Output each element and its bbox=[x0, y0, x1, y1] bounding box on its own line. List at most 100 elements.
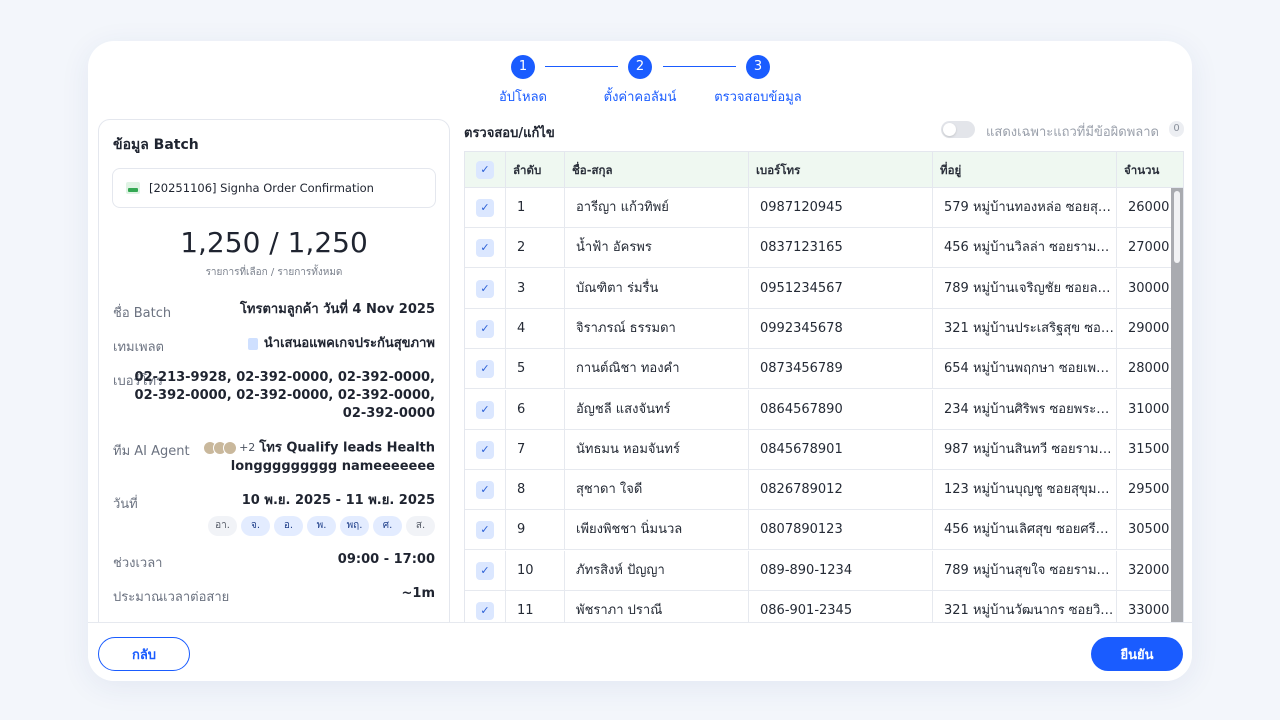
confirm-button[interactable]: ยืนยัน bbox=[1091, 637, 1183, 671]
row-checkbox[interactable]: ✓ bbox=[476, 561, 494, 580]
phone-value-line: 02-392-0000 bbox=[342, 406, 435, 421]
table-row[interactable]: ✓ 2 น้ำฟ้า อัครพร 0837123165 456 หมู่บ้านวิล… bbox=[465, 228, 1183, 269]
row-name[interactable]: เพียงพิชชา นิ่มนวล bbox=[564, 510, 748, 551]
row-address[interactable]: 321 หมู่บ้านวัฒนากร ซอยวิภาวดี bbox=[932, 591, 1116, 622]
row-select-cell: ✓ bbox=[465, 309, 505, 349]
step-1-indicator[interactable]: 1 bbox=[511, 55, 535, 79]
table-row[interactable]: ✓ 8 สุชาดา ใจดี 0826789012 123 หมู่บ้านบุญชู… bbox=[465, 470, 1183, 511]
row-checkbox[interactable]: ✓ bbox=[476, 199, 494, 217]
table-row[interactable]: ✓ 1 อารีญา แก้วทิพย์ 0987120945 579 หมู่บ้าน… bbox=[465, 188, 1183, 228]
row-address[interactable]: 321 หมู่บ้านประเสริฐสุข ซอยพหลโยธิน bbox=[932, 308, 1116, 349]
step-3-indicator[interactable]: 3 bbox=[746, 55, 770, 79]
row-checkbox[interactable]: ✓ bbox=[476, 602, 494, 620]
row-phone[interactable]: 0951234567 bbox=[748, 268, 932, 309]
row-checkbox[interactable]: ✓ bbox=[476, 400, 494, 419]
row-amount[interactable]: 26000 bbox=[1116, 188, 1173, 228]
row-name[interactable]: จิราภรณ์ ธรรมดา bbox=[564, 308, 748, 349]
step-2-indicator[interactable]: 2 bbox=[628, 55, 652, 79]
row-number: 2 bbox=[505, 228, 564, 269]
errors-only-label: แสดงเฉพาะแถวที่มีข้อผิดพลาด bbox=[986, 125, 1159, 140]
table-row[interactable]: ✓ 4 จิราภรณ์ ธรรมดา 0992345678 321 หมู่บ้านป… bbox=[465, 308, 1183, 349]
select-all-checkbox[interactable]: ✓ bbox=[476, 161, 494, 179]
row-address[interactable]: 123 หมู่บ้านบุญชู ซอยสุขุมวิท 101 bbox=[932, 470, 1116, 511]
row-phone[interactable]: 0864567890 bbox=[748, 389, 932, 430]
table-row[interactable]: ✓ 7 นัทธมน หอมจันทร์ 0845678901 987 หมู่บ้าน… bbox=[465, 429, 1183, 470]
row-amount[interactable]: 29500 bbox=[1116, 470, 1173, 511]
table-row[interactable]: ✓ 9 เพียงพิชชา นิ่มนวล 0807890123 456 หมู่บ้… bbox=[465, 510, 1183, 551]
row-amount[interactable]: 30500 bbox=[1116, 510, 1173, 551]
row-name[interactable]: นัทธมน หอมจันทร์ bbox=[564, 429, 748, 470]
row-phone[interactable]: 089-890-1234 bbox=[748, 550, 932, 591]
row-name[interactable]: อัญชลี แสงจันทร์ bbox=[564, 389, 748, 430]
back-button[interactable]: กลับ bbox=[98, 637, 190, 671]
table-scrollbar[interactable] bbox=[1171, 188, 1183, 622]
table-row[interactable]: ✓ 10 ภัทรสิงห์ ปัญญา 089-890-1234 789 หมู่บ้… bbox=[465, 550, 1183, 591]
row-number: 1 bbox=[505, 188, 564, 228]
row-address[interactable]: 234 หมู่บ้านศิริพร ซอยพระรามเก้า bbox=[932, 389, 1116, 430]
row-name[interactable]: ภัทรสิงห์ ปัญญา bbox=[564, 550, 748, 591]
column-header-no: ลำดับ bbox=[505, 152, 564, 188]
row-checkbox[interactable]: ✓ bbox=[476, 279, 494, 298]
row-select-cell: ✓ bbox=[465, 430, 505, 470]
step-1-label: อัปโหลด bbox=[498, 90, 548, 105]
weekday-chips: อา. จ. อ. พ. พฤ. ศ. ส. bbox=[208, 516, 435, 536]
row-amount[interactable]: 32000 bbox=[1116, 550, 1173, 591]
row-checkbox[interactable]: ✓ bbox=[476, 521, 494, 540]
row-address[interactable]: 456 หมู่บ้านเลิศสุข ซอยศรีนครินทร์ bbox=[932, 510, 1116, 551]
row-phone[interactable]: 0845678901 bbox=[748, 429, 932, 470]
row-amount[interactable]: 29000 bbox=[1116, 308, 1173, 349]
scrollbar-thumb[interactable] bbox=[1174, 191, 1180, 263]
row-select-cell: ✓ bbox=[465, 551, 505, 591]
phone-value-line: 02-213-9928, 02-392-0000, 02-392-0000, bbox=[134, 370, 435, 385]
row-name[interactable]: สุชาดา ใจดี bbox=[564, 470, 748, 511]
row-phone[interactable]: 0826789012 bbox=[748, 470, 932, 511]
table-row[interactable]: ✓ 6 อัญชลี แสงจันทร์ 0864567890 234 หมู่บ้าน… bbox=[465, 389, 1183, 430]
batch-file-name: [20251106] Signha Order Confirmation bbox=[149, 181, 374, 195]
row-select-cell: ✓ bbox=[465, 470, 505, 510]
row-name[interactable]: อารีญา แก้วทิพย์ bbox=[564, 188, 748, 228]
row-checkbox[interactable]: ✓ bbox=[476, 440, 494, 459]
row-select-cell: ✓ bbox=[465, 510, 505, 550]
row-phone[interactable]: 0992345678 bbox=[748, 308, 932, 349]
batch-info-panel: ข้อมูล Batch [20251106] Signha Order Con… bbox=[98, 119, 450, 639]
row-number: 5 bbox=[505, 349, 564, 390]
row-address[interactable]: 789 หมู่บ้านเจริญชัย ซอยลาดพร้าว 71 bbox=[932, 268, 1116, 309]
row-number: 6 bbox=[505, 389, 564, 430]
ai-agent-name-cont: longgggggggg nameeeeeee bbox=[230, 458, 435, 474]
row-checkbox[interactable]: ✓ bbox=[476, 319, 494, 338]
row-address[interactable]: 987 หมู่บ้านสินทวี ซอยรามคำแหง 24 bbox=[932, 429, 1116, 470]
row-amount[interactable]: 27000 bbox=[1116, 228, 1173, 269]
row-checkbox[interactable]: ✓ bbox=[476, 360, 494, 379]
table-row[interactable]: ✓ 11 พัชราภา ปราณี 086-901-2345 321 หมู่บ้าน… bbox=[465, 591, 1183, 622]
row-name[interactable]: บัณฑิตา ร่มรื่น bbox=[564, 268, 748, 309]
row-checkbox[interactable]: ✓ bbox=[476, 481, 494, 500]
row-amount[interactable]: 31500 bbox=[1116, 429, 1173, 470]
selected-count: 1,250 / 1,250 bbox=[180, 226, 368, 259]
row-address[interactable]: 456 หมู่บ้านวิลล่า ซอยรามอินทรา 40 bbox=[932, 228, 1116, 269]
table-row[interactable]: ✓ 3 บัณฑิตา ร่มรื่น 0951234567 789 หมู่บ้านเ… bbox=[465, 268, 1183, 309]
table-row[interactable]: ✓ 5 กานต์ณิชา ทองคำ 0873456789 654 หมู่บ้านพ… bbox=[465, 349, 1183, 390]
row-phone[interactable]: 0873456789 bbox=[748, 349, 932, 390]
row-name[interactable]: พัชราภา ปราณี bbox=[564, 591, 748, 622]
row-number: 7 bbox=[505, 429, 564, 470]
row-address[interactable]: 789 หมู่บ้านสุขใจ ซอยรามอินทรา 5 bbox=[932, 550, 1116, 591]
row-address[interactable]: 579 หมู่บ้านทองหล่อ ซอยสุขุมวิท 55 bbox=[932, 188, 1116, 228]
row-name[interactable]: กานต์ณิชา ทองคำ bbox=[564, 349, 748, 390]
row-select-cell: ✓ bbox=[465, 390, 505, 430]
row-checkbox[interactable]: ✓ bbox=[476, 239, 494, 258]
row-amount[interactable]: 33000 bbox=[1116, 591, 1173, 622]
errors-only-toggle[interactable] bbox=[941, 121, 975, 138]
row-amount[interactable]: 28000 bbox=[1116, 349, 1173, 390]
row-phone[interactable]: 0837123165 bbox=[748, 228, 932, 269]
row-amount[interactable]: 30000 bbox=[1116, 268, 1173, 309]
row-phone[interactable]: 0987120945 bbox=[748, 188, 932, 228]
row-address[interactable]: 654 หมู่บ้านพฤกษา ซอยเพชรเกษม 69 bbox=[932, 349, 1116, 390]
day-chip-sun: อา. bbox=[208, 516, 237, 536]
row-phone[interactable]: 086-901-2345 bbox=[748, 591, 932, 622]
row-name[interactable]: น้ำฟ้า อัครพร bbox=[564, 228, 748, 269]
row-phone[interactable]: 0807890123 bbox=[748, 510, 932, 551]
row-amount[interactable]: 31000 bbox=[1116, 389, 1173, 430]
document-icon bbox=[247, 337, 258, 350]
template-label: เทมเพลต bbox=[113, 340, 165, 355]
batch-file-card: [20251106] Signha Order Confirmation bbox=[112, 168, 436, 208]
